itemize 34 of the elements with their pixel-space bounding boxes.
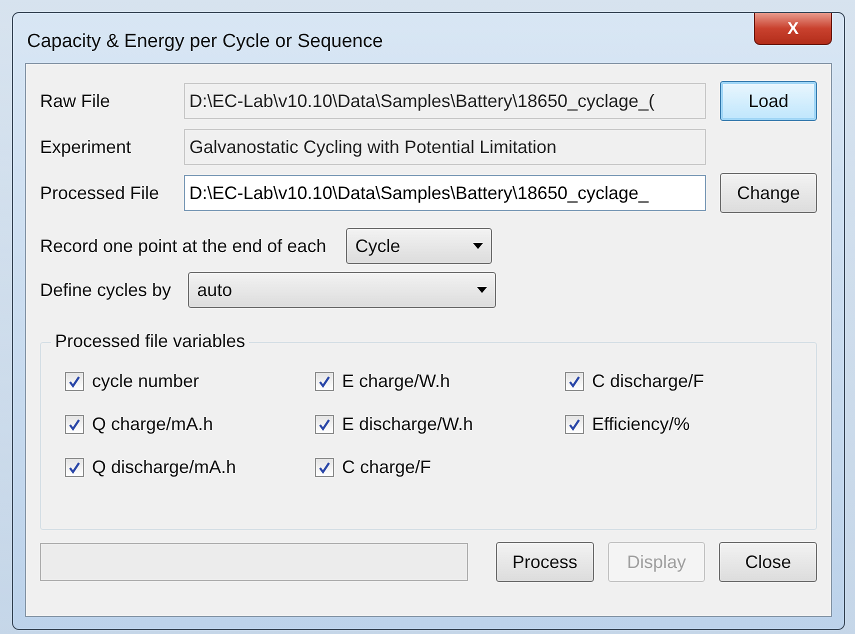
checkbox[interactable] [65,415,84,434]
checkbox-label: E discharge/W.h [342,414,474,435]
caret-icon [473,243,484,249]
checkbox-label: E charge/W.h [342,371,450,392]
checkbox-label: C charge/F [342,457,432,478]
field-label: Experiment [40,136,132,158]
checkbox[interactable] [565,415,584,434]
checkbox-label: Q discharge/mA.h [92,457,236,478]
record-label: Record one point at the end of each [40,236,326,256]
checkbox[interactable] [65,458,84,477]
text-field[interactable]: Galvanostatic Cycling with Potential Limitation [184,129,706,165]
caret-icon [477,287,488,293]
text-field[interactable]: D:\EC-Lab\v10.10\Data\Samples\Battery\18650_cyclage_ [184,175,706,211]
checkbox-label: Q charge/mA.h [92,414,214,435]
define-label: Define cycles by [40,280,172,300]
window-title: Capacity & Energy per Cycle or Sequence [26,30,383,53]
checkbox-label: C discharge/F [592,371,704,392]
checkbox[interactable] [315,372,334,391]
checkbox[interactable] [565,372,584,391]
checkbox[interactable] [65,372,84,391]
checkbox[interactable] [315,458,334,477]
field-label: Raw File [40,90,112,112]
action-button[interactable]: Close [719,542,818,582]
action-button[interactable]: Change [720,173,817,213]
field-label: Processed File [40,182,160,204]
checkbox[interactable] [315,415,334,434]
action-button[interactable]: Load [720,81,817,121]
window-close-button[interactable]: X [754,13,832,45]
cycle-dropdown[interactable]: Cycle [346,228,492,264]
text-field[interactable]: D:\EC-Lab\v10.10\Data\Samples\Battery\18650_cyclage_( [184,83,706,119]
define-dropdown[interactable]: auto [188,272,496,308]
action-button[interactable]: Process [496,542,594,582]
checkbox-label: Efficiency/% [592,414,690,435]
checkbox-label: cycle number [92,371,200,392]
